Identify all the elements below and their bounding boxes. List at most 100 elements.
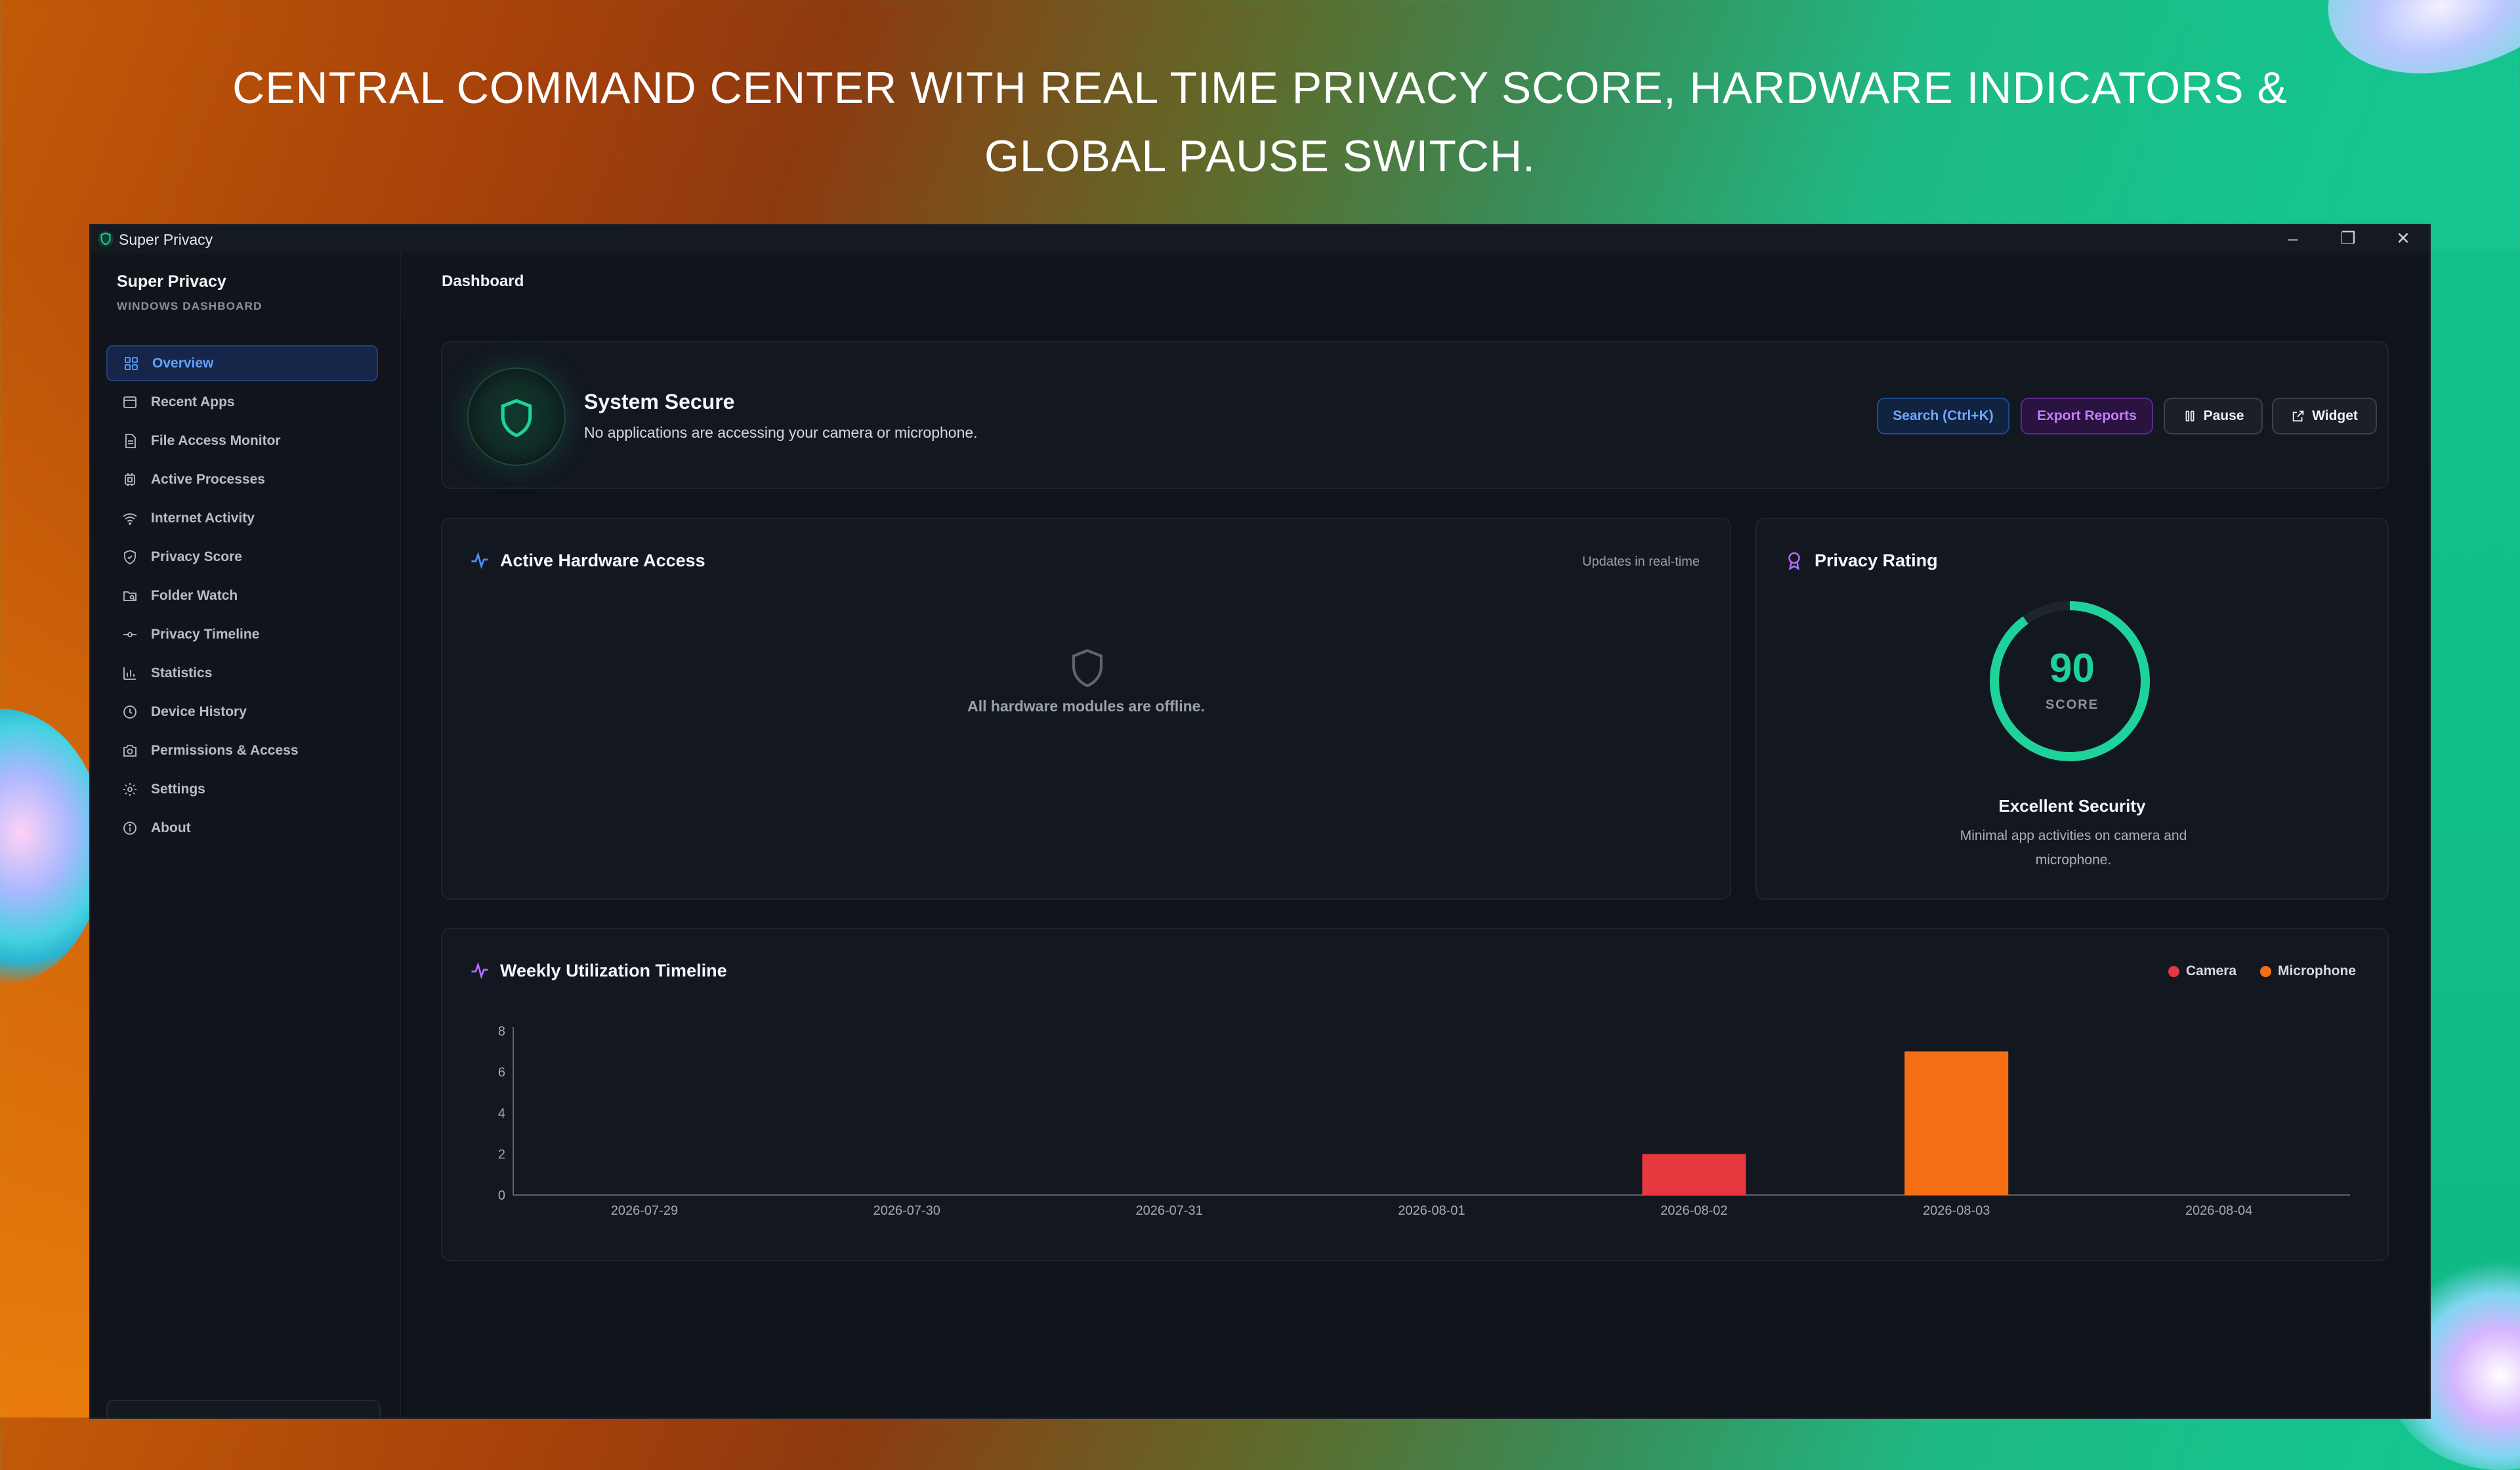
search-button[interactable]: Search (Ctrl+K) <box>1877 398 2009 434</box>
sidebar-item-label: File Access Monitor <box>151 432 281 448</box>
sidebar-item-privacy-score[interactable]: Privacy Score <box>106 539 378 575</box>
x-tick-label: 2026-08-02 <box>1660 1204 1727 1218</box>
widget-button-label: Widget <box>2312 408 2358 423</box>
sidebar-item-file-access-monitor[interactable]: File Access Monitor <box>106 423 378 459</box>
sidebar-item-statistics[interactable]: Statistics <box>106 655 378 691</box>
sidebar-item-label: Permissions & Access <box>151 742 299 758</box>
award-icon <box>1788 552 1800 570</box>
sidebar-item-label: Privacy Timeline <box>151 626 260 642</box>
bar-microphone <box>1904 1051 2009 1195</box>
x-tick-label: 2026-07-30 <box>873 1204 940 1218</box>
y-tick-label: 2 <box>498 1148 505 1162</box>
hardware-empty-state: All hardware modules are offline. <box>967 698 1205 715</box>
sidebar-item-label: Statistics <box>151 665 213 681</box>
sidebar-item-label: Recent Apps <box>151 394 235 410</box>
sidebar-item-internet-activity[interactable]: Internet Activity <box>106 500 378 536</box>
brand-title: Super Privacy <box>117 272 226 291</box>
hardware-card-title: Active Hardware Access <box>500 551 705 570</box>
realtime-label: Updates in real-time <box>1582 555 1700 569</box>
weekly-utilization-chart: 0 2 4 6 8 2026-07-29 2026-07-30 2026-07-31 2026-… <box>498 1024 2350 1218</box>
sidebar-item-overview[interactable]: Overview <box>106 345 378 381</box>
status-description: No applications are accessing your camer… <box>584 424 978 441</box>
camera-icon <box>123 744 136 757</box>
search-button-label: Search (Ctrl+K) <box>1893 408 1994 423</box>
y-tick-label: 6 <box>498 1066 505 1080</box>
headline-line-1: CENTRAL COMMAND CENTER WITH REAL TIME PR… <box>232 63 2288 113</box>
gear-icon <box>123 782 136 796</box>
window-icon <box>123 396 136 408</box>
clock-icon <box>123 705 136 719</box>
sidebar-item-permissions-access[interactable]: Permissions & Access <box>106 732 378 768</box>
page-title: Dashboard <box>442 272 524 290</box>
grid-icon <box>125 356 138 370</box>
pause-button[interactable]: Pause <box>2164 398 2263 434</box>
commit-icon <box>123 631 136 637</box>
shield-icon <box>124 549 136 564</box>
brand-subtitle: WINDOWS DASHBOARD <box>117 300 262 312</box>
widget-button[interactable]: Widget <box>2272 398 2377 434</box>
marketing-headline: CENTRAL COMMAND CENTER WITH REAL TIME PR… <box>0 54 2520 190</box>
sidebar-item-label: Internet Activity <box>151 510 255 526</box>
privacy-rating-card: Privacy Rating 90 SCORE Excellent Securi… <box>1755 518 2389 900</box>
info-icon <box>123 821 136 835</box>
privacy-card-title: Privacy Rating <box>1815 551 1938 570</box>
headline-line-2: GLOBAL PAUSE SWITCH. <box>984 131 1536 181</box>
rating-description: Minimal app activities on camera and mic… <box>1960 828 2187 868</box>
sidebar-item-privacy-timeline[interactable]: Privacy Timeline <box>106 616 378 652</box>
sidebar-item-label: About <box>151 820 191 835</box>
shield-icon <box>1072 649 1103 688</box>
sidebar-item-label: Folder Watch <box>151 587 238 603</box>
title-bar[interactable]: Super Privacy – ❐ ✕ <box>91 225 2429 253</box>
sidebar-nav: Overview Recent Apps File Access Monitor… <box>106 345 378 849</box>
x-tick-label: 2026-08-03 <box>1923 1204 1990 1218</box>
sidebar-item-label: Active Processes <box>151 471 265 487</box>
pause-icon <box>2185 410 2194 422</box>
main-header: Dashboard <box>401 253 2429 312</box>
sidebar-item-recent-apps[interactable]: Recent Apps <box>106 384 378 420</box>
folder-search-icon <box>123 591 136 601</box>
x-tick-label: 2026-08-01 <box>1398 1204 1465 1218</box>
sidebar-item-label: Settings <box>151 781 205 797</box>
weekly-timeline-card: Weekly Utilization Timeline Camera Micro… <box>441 928 2389 1261</box>
sidebar-item-active-processes[interactable]: Active Processes <box>106 461 378 497</box>
x-tick-label: 2026-07-31 <box>1135 1204 1202 1218</box>
pause-button-label: Pause <box>2203 408 2244 423</box>
hardware-access-card: Active Hardware Access Updates in real-t… <box>441 518 1731 900</box>
sidebar-item-label: Device History <box>151 704 247 719</box>
sidebar-footer[interactable] <box>106 1400 381 1418</box>
privacy-score-label: SCORE <box>2045 698 2099 712</box>
main-content: Dashboard System Secure No applications … <box>401 253 2429 1418</box>
status-icon-badge <box>467 368 566 466</box>
sidebar-item-folder-watch[interactable]: Folder Watch <box>106 578 378 614</box>
status-card: System Secure No applications are access… <box>441 341 2389 489</box>
file-icon <box>125 433 136 448</box>
export-button-label: Export Reports <box>2037 408 2137 423</box>
y-tick-label: 4 <box>498 1106 505 1121</box>
bar-chart-icon <box>123 667 136 680</box>
sidebar: Super Privacy WINDOWS DASHBOARD Overview… <box>91 253 401 1418</box>
privacy-score-value: 90 <box>2049 646 2095 691</box>
activity-icon <box>471 551 488 570</box>
cpu-icon <box>125 472 135 486</box>
wifi-icon <box>123 513 137 525</box>
close-button[interactable]: ✕ <box>2377 225 2429 253</box>
shield-icon <box>501 398 532 437</box>
x-tick-label: 2026-08-04 <box>2185 1204 2252 1218</box>
sidebar-item-device-history[interactable]: Device History <box>106 694 378 730</box>
sidebar-item-settings[interactable]: Settings <box>106 771 378 807</box>
sidebar-item-label: Overview <box>152 355 214 371</box>
app-window: Super Privacy – ❐ ✕ Super Privacy WINDOW… <box>91 225 2429 1418</box>
status-title: System Secure <box>584 390 735 413</box>
window-title: Super Privacy <box>119 231 213 248</box>
export-reports-button[interactable]: Export Reports <box>2021 398 2153 434</box>
app-logo-icon <box>98 231 114 247</box>
restore-button[interactable]: ❐ <box>2322 225 2374 253</box>
minimize-button[interactable]: – <box>2267 225 2319 253</box>
y-tick-label: 0 <box>498 1188 505 1203</box>
x-tick-label: 2026-07-29 <box>611 1204 678 1218</box>
rating-title: Excellent Security <box>1998 796 2146 816</box>
bar-camera <box>1642 1154 1746 1195</box>
sidebar-item-label: Privacy Score <box>151 549 242 564</box>
sidebar-item-about[interactable]: About <box>106 810 378 846</box>
y-tick-label: 8 <box>498 1024 505 1039</box>
